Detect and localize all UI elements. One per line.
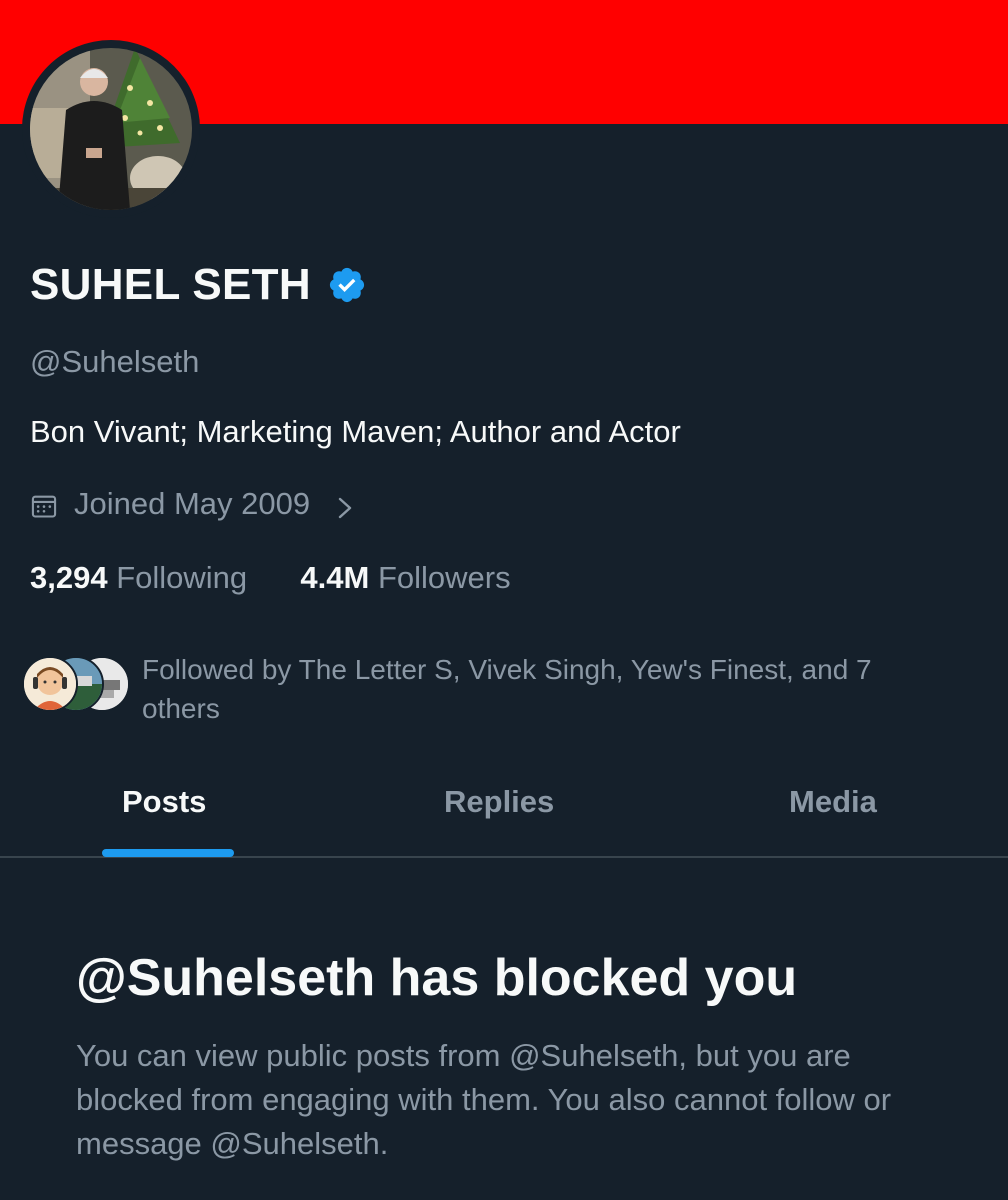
avatar-photo	[30, 48, 192, 210]
profile-avatar[interactable]	[22, 40, 200, 218]
profile-handle: @Suhelseth	[30, 344, 200, 379]
verified-badge-icon[interactable]	[327, 265, 367, 305]
display-name: SUHEL SETH	[30, 260, 311, 309]
blocked-title: @Suhelseth has blocked you	[76, 949, 798, 1007]
calendar-icon	[30, 490, 58, 518]
profile-page: SUHEL SETH @Suhelseth Bon Vivant; Market…	[0, 0, 1008, 1200]
tab-media[interactable]: Media	[789, 782, 877, 822]
display-name-row: SUHEL SETH	[30, 259, 367, 311]
followed-by-row[interactable]: Followed by The Letter S, Vivek Singh, Y…	[22, 650, 982, 730]
joined-date-text: Joined May 2009	[74, 486, 311, 521]
follower-avatar-1	[22, 656, 78, 712]
followers-label: Followers	[377, 560, 511, 595]
tab-replies[interactable]: Replies	[444, 782, 554, 822]
following-link[interactable]: 3,294 Following	[30, 560, 256, 595]
chevron-right-icon[interactable]	[334, 491, 356, 519]
profile-bio: Bon Vivant; Marketing Maven; Author and …	[30, 414, 681, 449]
followed-by-text: Followed by The Letter S, Vivek Singh, Y…	[142, 654, 872, 724]
followers-link[interactable]: 4.4M Followers	[300, 560, 510, 595]
following-count: 3,294	[30, 560, 108, 595]
blocked-description: You can view public posts from @Suhelset…	[76, 1038, 892, 1161]
profile-tabs: Posts Replies Media	[0, 760, 1008, 858]
follow-stats: 3,294 Following 4.4M Followers	[30, 558, 511, 598]
tab-posts[interactable]: Posts	[122, 782, 206, 822]
following-label: Following	[116, 560, 248, 595]
active-tab-indicator	[102, 849, 234, 857]
followers-count: 4.4M	[300, 560, 370, 595]
joined-date-row[interactable]: Joined May 2009	[30, 484, 356, 524]
followed-by-avatars	[22, 656, 132, 714]
